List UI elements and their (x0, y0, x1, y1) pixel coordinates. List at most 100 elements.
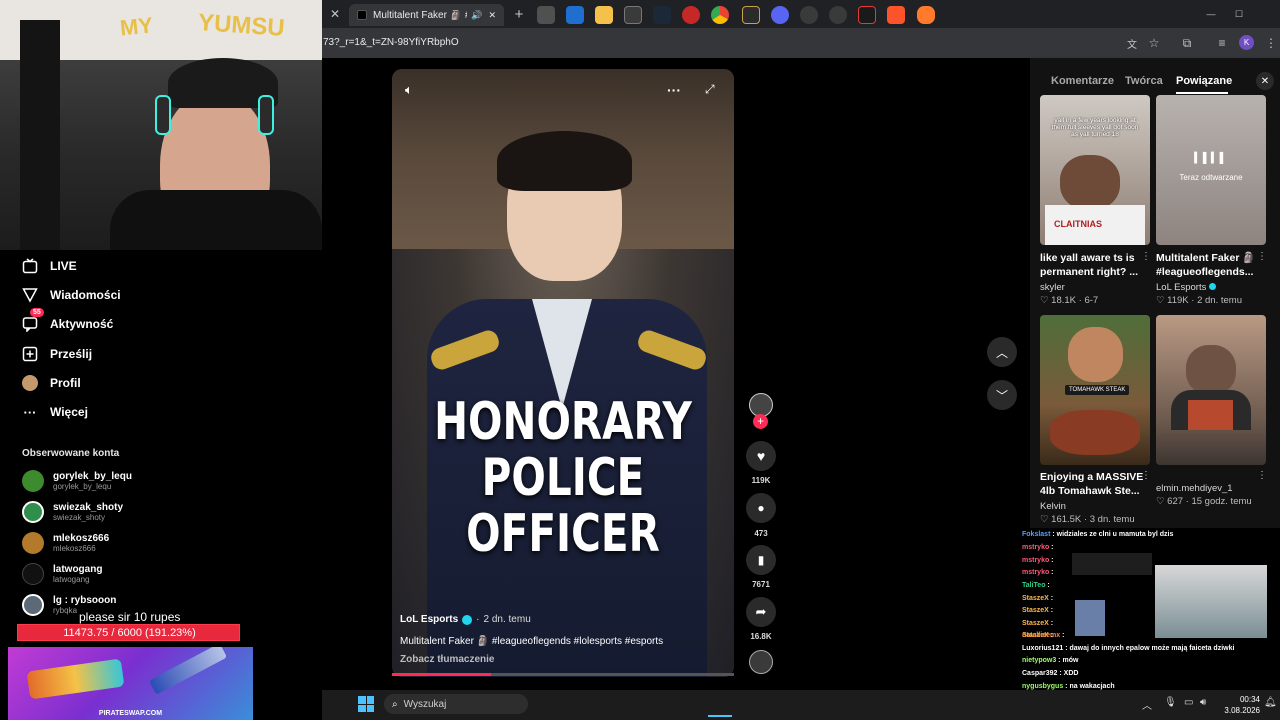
related-video-author[interactable]: LoL Esports (1156, 282, 1216, 293)
app-icon-2[interactable] (858, 6, 876, 24)
comment-button[interactable]: ● (746, 493, 776, 523)
close-icon[interactable]: ✕ (488, 10, 496, 21)
time: 2 dn. temu (1197, 295, 1242, 306)
windows-start-icon[interactable] (358, 696, 374, 712)
sidebar-item-upload[interactable]: Prześlij (22, 342, 92, 366)
store-icon[interactable] (624, 6, 642, 24)
volume-tray-icon[interactable]: 🔊︎ (1200, 697, 1206, 708)
profile-avatar[interactable]: K (1239, 35, 1254, 50)
related-video-thumb[interactable]: yall in a few years looking at them full… (1040, 95, 1150, 245)
more-options-icon[interactable]: ··· (667, 82, 681, 98)
chrome-icon[interactable] (711, 6, 729, 24)
tray-chevron-icon[interactable]: ︿ (1142, 697, 1152, 712)
taskbar-clock[interactable]: 00:34 3.08.2026 (1222, 694, 1260, 716)
search-placeholder: Wyszukaj (403, 698, 447, 710)
minimize-icon[interactable]: — (1202, 5, 1220, 23)
league-client-icon[interactable] (742, 6, 760, 24)
related-video-thumb[interactable]: TOMAHAWK STEAK (1040, 315, 1150, 465)
video-posted: 2 dn. temu (483, 614, 531, 625)
comment-icon: ● (757, 501, 765, 515)
chat-separator: : (1049, 569, 1054, 576)
avatar (22, 594, 44, 616)
translate-icon[interactable]: 文 (1123, 34, 1141, 52)
sidebar-item-more[interactable]: ··· Więcej (22, 400, 88, 424)
extensions-icon[interactable]: ⧉ (1178, 34, 1196, 52)
sidebar-item-live[interactable]: LIVE (22, 254, 77, 278)
follow-plus-icon[interactable]: + (753, 414, 768, 429)
chrome-menu-icon[interactable]: ⋮ (1262, 34, 1280, 52)
bookmark-star-icon[interactable]: ☆ (1145, 34, 1163, 52)
brave-icon[interactable] (887, 6, 905, 24)
chat-separator: : (1045, 582, 1050, 589)
card-menu-icon[interactable]: ⋮ (1257, 251, 1267, 262)
obs-icon[interactable] (800, 6, 818, 24)
video-author[interactable]: LoL Esports (400, 614, 458, 625)
related-video-author[interactable]: elmin.mehdiyev_1 (1156, 483, 1233, 494)
volume-icon[interactable]: 🔈︎ (405, 82, 423, 100)
close-tab-icon[interactable]: ✕ (326, 5, 344, 23)
related-video-stats: ♡ 161.5K · 3 dn. temu (1040, 514, 1135, 525)
new-tab-icon[interactable]: + (510, 5, 528, 23)
video-progress-track[interactable] (392, 673, 734, 676)
discord-icon[interactable] (771, 6, 789, 24)
music-disc-icon[interactable] (749, 650, 773, 674)
following-account[interactable]: latwogang latwogang (22, 560, 102, 588)
related-video-thumb[interactable] (1156, 315, 1266, 465)
like-button[interactable]: ♥ (746, 441, 776, 471)
save-button[interactable]: ▮ (746, 545, 776, 575)
translate-link[interactable]: Zobacz tłumaczenie (400, 654, 494, 665)
heart-icon: ♥ (756, 448, 766, 464)
close-panel-button[interactable]: ✕ (1256, 72, 1274, 90)
chat-separator: : (1049, 557, 1054, 564)
more-icon: ··· (23, 404, 37, 420)
fullscreen-icon[interactable]: ⤢ (705, 82, 715, 97)
share-button[interactable]: ➦ (746, 597, 776, 627)
card-menu-icon[interactable]: ⋮ (1141, 251, 1151, 262)
next-video-button[interactable]: ﹀ (987, 380, 1017, 410)
related-video-title[interactable]: Multitalent Faker 🗿 #leagueoflegends... (1156, 251, 1255, 279)
mic-icon[interactable]: 🎙︎ (1164, 697, 1177, 708)
browser-tab[interactable]: Multitalent Faker 🗿 #leag 🔊 ✕ (349, 4, 504, 26)
app-icon[interactable] (682, 6, 700, 24)
following-account[interactable]: swiezak_shoty swiezak_shoty (22, 498, 123, 526)
chat-message: Caspar392 : XDD (1022, 670, 1078, 677)
card-menu-icon[interactable]: ⋮ (1141, 470, 1151, 481)
active-app-indicator (708, 715, 732, 717)
task-view-icon[interactable] (537, 6, 555, 24)
audio-playing-icon[interactable]: 🔊 (471, 10, 482, 21)
comment-count: 473 (754, 529, 768, 538)
steam-icon[interactable] (653, 6, 671, 24)
chat-message: TaliTeo : (1022, 582, 1050, 589)
soundcloud-icon[interactable] (917, 6, 935, 24)
card-menu-icon[interactable]: ⋮ (1257, 470, 1267, 481)
sidebar-item-label: Aktywność (50, 317, 114, 331)
taskbar-search[interactable]: ⌕ Wyszukaj (384, 694, 528, 714)
network-icon[interactable]: ▭ (1184, 697, 1193, 708)
prev-video-button[interactable]: ︿ (987, 337, 1017, 367)
following-account[interactable]: gorylek_by_lequ gorylek_by_lequ (22, 467, 132, 495)
chat-message: mstryko : (1022, 557, 1054, 564)
related-video-title[interactable]: like yall aware ts is permanent right? .… (1040, 251, 1138, 279)
url-text[interactable]: 73?_r=1&_t=ZN-98YfiYRbphO (323, 37, 459, 48)
maximize-icon[interactable]: ☐ (1230, 5, 1248, 23)
time: 3 dn. temu (1089, 514, 1135, 525)
media-control-icon[interactable]: ≡ (1213, 34, 1231, 52)
related-video-author[interactable]: skyler (1040, 282, 1065, 293)
chat-embed-image (1072, 553, 1152, 575)
file-explorer-icon[interactable] (595, 6, 613, 24)
video-player[interactable]: HONORARY POLICE OFFICER (392, 69, 734, 677)
obs-icon-2[interactable] (829, 6, 847, 24)
related-video-author[interactable]: Kelvin (1040, 501, 1066, 512)
sidebar-item-activity[interactable]: 55 Aktywność (22, 308, 114, 336)
related-video-thumb-now-playing[interactable]: ▍▌▍▌ Teraz odtwarzane (1156, 95, 1266, 245)
sidebar-item-profile[interactable]: Profil (22, 371, 81, 395)
tab-creator[interactable]: Twórca (1125, 75, 1163, 87)
tab-related[interactable]: Powiązane (1176, 75, 1232, 87)
tab-comments[interactable]: Komentarze (1051, 75, 1114, 87)
notification-bell-icon[interactable]: 🔔︎ (1264, 697, 1277, 708)
sidebar-item-label: Prześlij (50, 347, 93, 361)
related-video-title[interactable]: Enjoying a MASSIVE 4lb Tomahawk Ste... (1040, 470, 1143, 498)
following-account[interactable]: mlekosz666 mlekosz666 (22, 529, 109, 557)
outlook-icon[interactable] (566, 6, 584, 24)
sidebar-item-messages[interactable]: Wiadomości (22, 283, 121, 307)
